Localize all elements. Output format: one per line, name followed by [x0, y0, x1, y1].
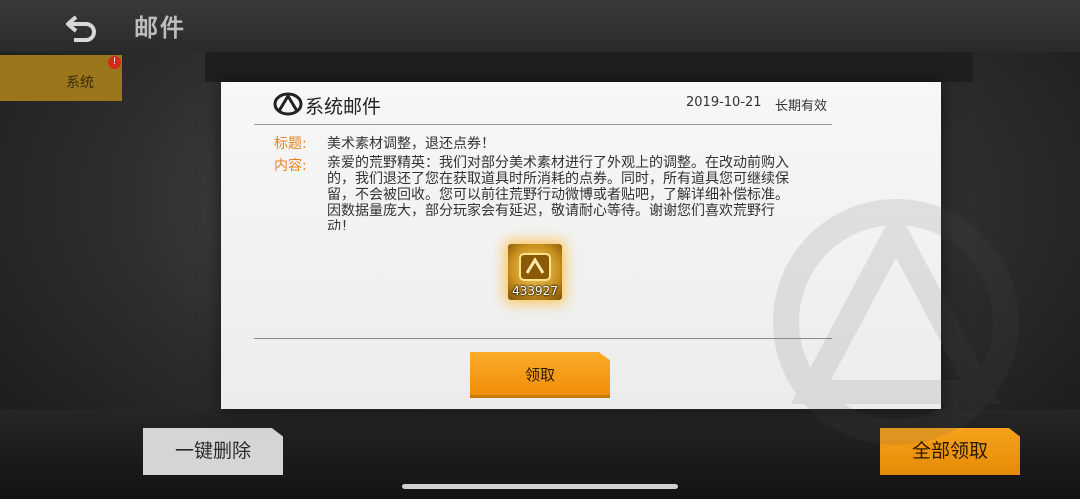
divider: [254, 124, 832, 125]
mail-date: 2019-10-21: [686, 95, 762, 110]
mail-content: 亲爱的荒野精英：我们对部分美术素材进行了外观上的调整。在改动前购入的，我们退还了…: [327, 155, 789, 230]
modal-title: 系统邮件: [305, 96, 382, 118]
content-label: 内容:: [274, 158, 307, 174]
game-logo-watermark-icon: [773, 199, 1019, 445]
home-indicator[interactable]: [402, 484, 678, 489]
mail-detail-modal: 系统邮件 2019-10-21 长期有效 标题: 美术素材调整，退还点券！ 内容…: [221, 82, 1019, 445]
undo-arrow-icon[interactable]: [62, 10, 102, 44]
coupon-icon: [519, 253, 551, 281]
tab-system[interactable]: [0, 55, 122, 101]
divider: [254, 338, 832, 339]
mail-subject: 美术素材调整，退还点券！: [327, 136, 495, 152]
game-logo-icon: [273, 92, 303, 116]
reward-quantity: 433927: [512, 284, 558, 298]
reward-item[interactable]: 433927: [508, 244, 562, 300]
subject-label: 标题:: [274, 136, 307, 152]
mail-validity: 长期有效: [775, 99, 828, 114]
page-title: 邮件: [134, 14, 186, 42]
claim-button[interactable]: 领取: [470, 352, 610, 398]
mail-content-scroll[interactable]: 亲爱的荒野精英：我们对部分美术素材进行了外观上的调整。在改动前购入的，我们退还了…: [327, 155, 801, 230]
delete-all-button[interactable]: 一键删除: [143, 428, 283, 475]
mail-list: [205, 52, 973, 82]
tab-system-label: 系统: [66, 75, 94, 91]
notification-badge: !: [108, 56, 121, 69]
